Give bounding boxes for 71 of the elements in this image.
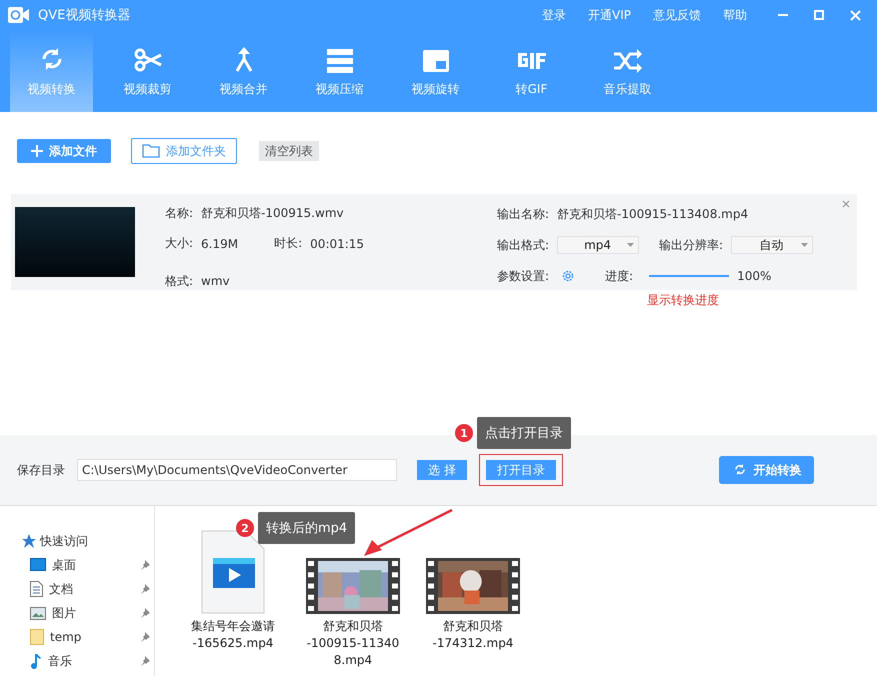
tool-tab[interactable]: 音乐提取 bbox=[586, 30, 669, 112]
format-dropdown[interactable]: mp4 bbox=[557, 236, 640, 254]
folder-outline-icon bbox=[142, 144, 160, 158]
film-holes-drawing bbox=[512, 561, 518, 611]
annotation-note: 显示转换进度 bbox=[647, 292, 720, 309]
video-file-icon bbox=[201, 530, 265, 614]
folder-icon bbox=[30, 629, 44, 645]
video-thumbnail[interactable] bbox=[306, 558, 400, 614]
header-link[interactable]: 意见反馈 bbox=[653, 6, 701, 24]
clear-list-button[interactable]: 清空列表 bbox=[259, 141, 319, 161]
close-icon[interactable] bbox=[842, 200, 850, 208]
file-name[interactable]: 集结号年会邀请 -165625.mp4 bbox=[191, 618, 275, 652]
callout-tooltip: 转换后的mp4 bbox=[258, 512, 356, 544]
caret-icon bbox=[627, 243, 634, 247]
file-format: wmv bbox=[201, 274, 230, 288]
window-title: QVE视频转换器 bbox=[38, 7, 132, 24]
choose-button[interactable]: 选 择 bbox=[417, 460, 467, 480]
nav-item[interactable]: 文档 bbox=[22, 580, 154, 598]
header-link[interactable]: 开通VIP bbox=[588, 6, 631, 24]
tool-tab[interactable]: 转GIF bbox=[490, 30, 573, 112]
tool-tab[interactable]: 视频合并 bbox=[202, 30, 285, 112]
video-thumbnail[interactable] bbox=[426, 558, 520, 614]
file-name[interactable]: 舒克和贝塔 -100915-11340 8.mp4 bbox=[306, 618, 400, 669]
star-icon bbox=[22, 534, 36, 548]
app-logo-icon bbox=[8, 6, 30, 24]
add-folder-button[interactable]: 添加文件夹 bbox=[131, 138, 237, 164]
nav-item[interactable]: temp bbox=[22, 628, 154, 646]
tool-tab[interactable]: 视频裁剪 bbox=[106, 30, 189, 112]
plus-icon bbox=[31, 145, 43, 157]
tool-tab[interactable]: 视频旋转 bbox=[394, 30, 477, 112]
tool-tab[interactable]: 视频压缩 bbox=[298, 30, 381, 112]
field-label: 大小: bbox=[165, 235, 194, 252]
header-link[interactable]: 登录 bbox=[542, 6, 566, 24]
film-holes-drawing bbox=[392, 561, 398, 611]
field-label: 名称: bbox=[165, 205, 194, 222]
output-name: 舒克和贝塔-100915-113408.mp4 bbox=[557, 206, 748, 222]
step-number-badge: 1 bbox=[455, 424, 473, 442]
callout-tooltip: 点击打开目录 bbox=[477, 417, 571, 449]
field-label: 参数设置: bbox=[497, 268, 550, 284]
open-folder-button[interactable]: 打开目录 bbox=[486, 460, 556, 480]
document-icon bbox=[30, 581, 43, 597]
film-holes-drawing bbox=[308, 561, 314, 611]
field-label: 进度: bbox=[605, 268, 634, 284]
start-convert-button[interactable]: 开始转换 bbox=[719, 456, 814, 484]
step-number-badge: 2 bbox=[236, 519, 254, 537]
nav-item[interactable]: 图片 bbox=[22, 604, 154, 622]
settings-icon[interactable] bbox=[561, 269, 576, 283]
maximize-icon[interactable] bbox=[814, 10, 824, 20]
field-label: 输出名称: bbox=[497, 206, 550, 222]
nav-item[interactable]: 音乐 bbox=[22, 652, 154, 670]
picture-icon bbox=[30, 606, 46, 620]
field-label: 时长: bbox=[274, 235, 302, 252]
header-link[interactable]: 帮助 bbox=[723, 6, 747, 24]
nav-item[interactable]: 桌面 bbox=[22, 556, 154, 574]
progress-value: 100% bbox=[737, 269, 772, 283]
field-label: 输出格式: bbox=[497, 236, 550, 254]
save-path-field[interactable]: C:\Users\My\Documents\QveVideoConverter bbox=[77, 459, 397, 481]
save-folder-label: 保存目录 bbox=[17, 462, 65, 478]
add-file-button[interactable]: 添加文件 bbox=[17, 139, 111, 163]
music-note-icon bbox=[30, 653, 42, 669]
resolution-dropdown[interactable]: 自动 bbox=[731, 236, 814, 254]
film-holes-drawing bbox=[428, 561, 434, 611]
file-name[interactable]: 舒克和贝塔 -174312.mp4 bbox=[432, 618, 514, 652]
desktop-icon bbox=[30, 558, 46, 572]
field-label: 输出分辨率: bbox=[659, 236, 724, 254]
field-label: 格式: bbox=[165, 272, 194, 290]
quick-access-label[interactable]: 快速访问 bbox=[40, 532, 88, 550]
file-size: 6.19M bbox=[201, 236, 238, 251]
file-duration: 00:01:15 bbox=[310, 236, 364, 251]
caret-icon bbox=[801, 243, 808, 247]
file-name: 舒克和贝塔-100915.wmv bbox=[201, 205, 344, 222]
